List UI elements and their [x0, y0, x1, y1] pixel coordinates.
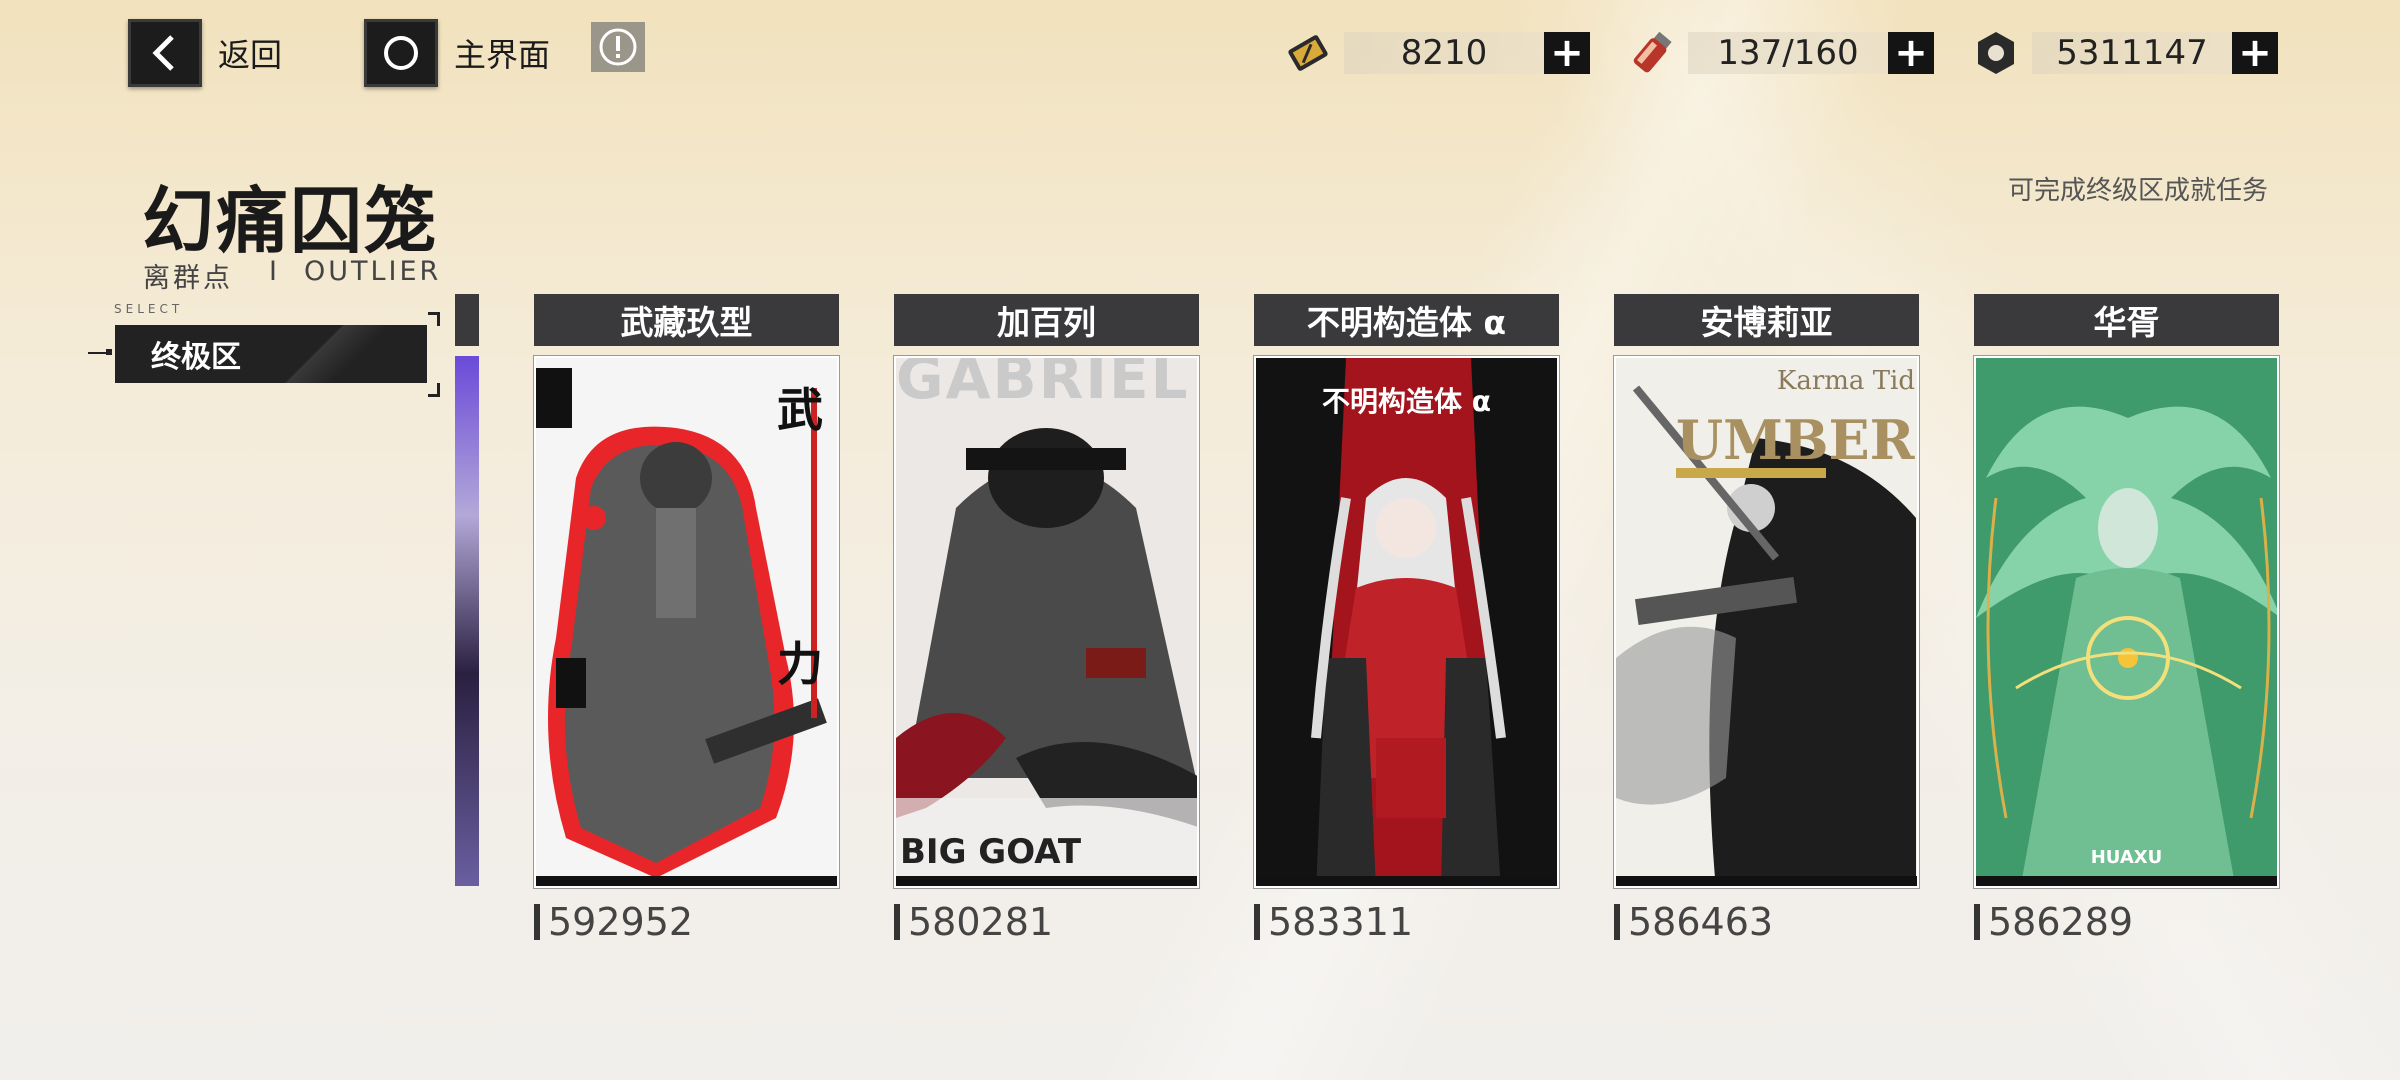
card-score-value: 580281: [908, 900, 1054, 944]
card-score: 586463: [1614, 900, 1919, 944]
card-score: 583311: [1254, 900, 1559, 944]
ticket-icon: [1278, 23, 1338, 83]
card-art: HUAXU: [1973, 355, 2280, 889]
card-art-baseline: [1976, 876, 2277, 886]
resource-ticket-value: 8210: [1344, 32, 1544, 74]
card-name: 加百列: [894, 294, 1199, 346]
back-arrow-icon: [128, 19, 202, 87]
card-score-value: 586463: [1628, 900, 1774, 944]
page-title: 幻痛囚笼: [142, 179, 439, 263]
card-art-kanji: 武: [777, 383, 823, 437]
card-name: 华胥: [1974, 294, 2279, 346]
card-art: 武 力: [533, 355, 840, 889]
add-ticket-button[interactable]: +: [1544, 32, 1590, 74]
card-score-value: 592952: [548, 900, 694, 944]
card-score: 592952: [534, 900, 839, 944]
card-art-title: 不明构造体 α: [1322, 385, 1491, 418]
card-art-title: GABRIEL: [896, 356, 1190, 412]
card-art-caption: HUAXU: [2090, 847, 2163, 868]
card-score-value: 583311: [1268, 900, 1414, 944]
card-art-word: UMBER: [1676, 408, 1915, 472]
resource-ticket: 8210 +: [1278, 30, 1590, 76]
bracket-bottom-right: [428, 383, 440, 397]
select-tag: SELECT: [114, 302, 184, 316]
exclamation-icon: [599, 28, 637, 66]
home-label: 主界面: [454, 36, 551, 74]
partial-card-art: [455, 356, 479, 886]
subtitle-separator: I: [269, 256, 280, 287]
card-art: GABRIEL BIG GOAT: [893, 355, 1200, 889]
back-label: 返回: [218, 36, 283, 74]
info-button[interactable]: [591, 22, 645, 72]
score-bar: [1974, 904, 1980, 940]
card-art-caption: BIG GOAT: [900, 832, 1082, 872]
card-score: 586289: [1974, 900, 2279, 944]
card-art-title: Karma Tid: [1776, 366, 1915, 396]
card-name: 武藏玖型: [534, 294, 839, 346]
card-art: 不明构造体 α: [1253, 355, 1560, 889]
card-art-kanji-2: 力: [777, 637, 823, 691]
home-circle-icon: [364, 19, 438, 87]
card-art-baseline: [536, 876, 837, 886]
back-button[interactable]: 返回: [128, 18, 282, 88]
card-name: 安博莉亚: [1614, 294, 1919, 346]
boss-card-3[interactable]: 不明构造体 α 不明构造体 α 583311: [1253, 294, 1560, 944]
selector-dot: [106, 349, 112, 355]
home-button[interactable]: 主界面: [364, 18, 550, 88]
add-coin-button[interactable]: +: [2232, 32, 2278, 74]
gear-coin-icon: [1966, 23, 2026, 83]
selector-tick: [88, 352, 108, 354]
partial-card-header: [455, 294, 479, 346]
card-art-baseline: [896, 876, 1197, 886]
resource-stamina-value: 137/160: [1688, 32, 1888, 74]
subtitle-en: OUTLIER: [303, 256, 442, 287]
score-bar: [894, 904, 900, 940]
card-score: 580281: [894, 900, 1199, 944]
card-art-baseline: [1616, 876, 1917, 886]
boss-card-5[interactable]: 华胥 HUAXU 586289: [1973, 294, 2280, 944]
resource-stamina: 137/160 +: [1622, 30, 1934, 76]
score-bar: [1614, 904, 1620, 940]
card-art: Karma Tid UMBER: [1613, 355, 1920, 889]
card-art-baseline: [1256, 876, 1557, 886]
resource-coin: 5311147 +: [1966, 30, 2278, 76]
tab-ultimate-zone[interactable]: 终极区: [115, 325, 427, 383]
partial-card-left[interactable]: [455, 294, 479, 892]
boss-card-2[interactable]: 加百列 GABRIEL BIG GOAT 580281: [893, 294, 1200, 944]
stamina-vial-icon: [1622, 23, 1682, 83]
card-name: 不明构造体 α: [1254, 294, 1559, 346]
card-score-value: 586289: [1988, 900, 2134, 944]
score-bar: [1254, 904, 1260, 940]
boss-card-4[interactable]: 安博莉亚 Karma Tid UMBER 586463: [1613, 294, 1920, 944]
achievement-hint: 可完成终级区成就任务: [2007, 176, 2268, 206]
page-subtitle: 离群点 I OUTLIER: [143, 256, 441, 295]
boss-card-1[interactable]: 武藏玖型 武 力 592952: [533, 294, 840, 944]
add-stamina-button[interactable]: +: [1888, 32, 1934, 74]
resource-coin-value: 5311147: [2032, 32, 2232, 74]
subtitle-cn: 离群点: [143, 263, 233, 294]
score-bar: [534, 904, 540, 940]
bracket-top-right: [428, 312, 440, 326]
